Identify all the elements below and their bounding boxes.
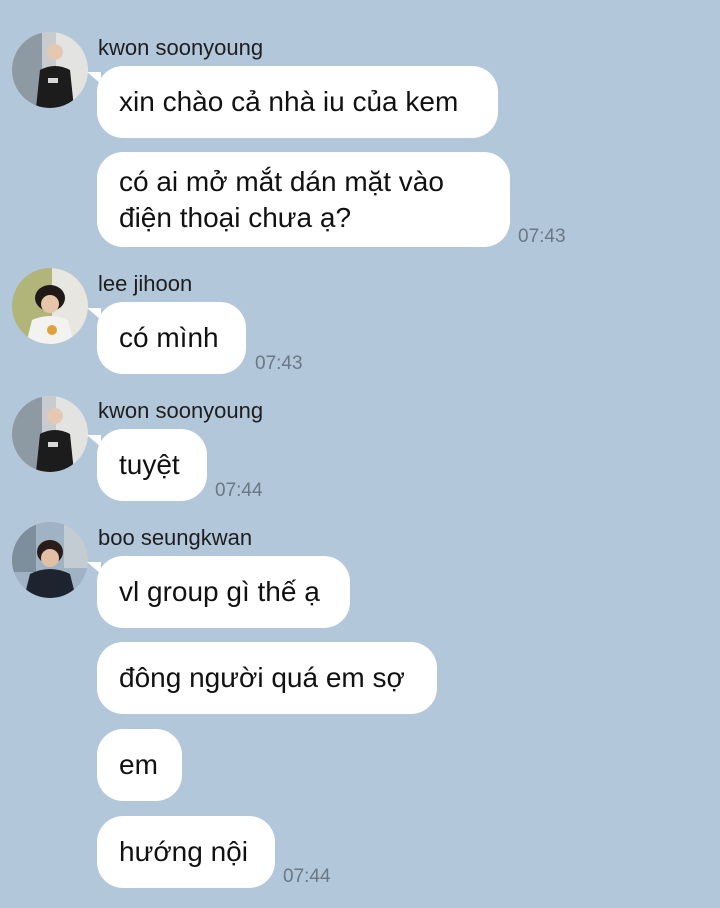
message-text: có mình <box>119 322 219 353</box>
profile-photo-icon <box>12 396 88 472</box>
bubble-tail <box>87 435 101 447</box>
message-bubble[interactable]: xin chào cả nhà iu của kem <box>87 66 498 138</box>
message-bubble[interactable]: tuyệt <box>87 429 207 501</box>
message-bubble[interactable]: có mình <box>87 302 246 374</box>
bubble-tail <box>87 72 101 84</box>
avatar-lee-jihoon[interactable] <box>12 268 88 344</box>
profile-photo-icon <box>12 522 88 598</box>
message-text: em <box>119 749 158 780</box>
message-timestamp: 07:44 <box>283 866 331 887</box>
bubble-tail <box>87 308 101 320</box>
message-timestamp: 07:44 <box>215 480 263 501</box>
message-timestamp: 07:43 <box>518 226 566 247</box>
bubble-tail <box>87 562 101 574</box>
profile-photo-icon <box>12 32 88 108</box>
sender-name: kwon soonyoung <box>98 398 264 423</box>
sender-name: kwon soonyoung <box>98 35 264 60</box>
message-timestamp: 07:43 <box>255 353 303 374</box>
avatar-kwon-soonyoung[interactable] <box>12 396 88 472</box>
message-text: có ai mở mắt dán mặt vào điện thoại chưa… <box>119 165 444 233</box>
message-text: hướng nội <box>119 836 248 867</box>
avatar-kwon-soonyoung[interactable] <box>12 32 88 108</box>
message-text: xin chào cả nhà iu của kem <box>119 86 459 117</box>
message-bubble[interactable]: có ai mở mắt dán mặt vào điện thoại chưa… <box>97 152 510 247</box>
message-text: tuyệt <box>119 449 180 480</box>
message-bubble[interactable]: đông người quá em sợ <box>97 642 437 714</box>
sender-name: boo seungkwan <box>98 525 253 550</box>
message-text: đông người quá em sợ <box>119 662 405 693</box>
avatar-boo-seungkwan[interactable] <box>12 522 88 598</box>
message-bubble[interactable]: em <box>97 729 182 801</box>
message-bubble[interactable]: vl group gì thế ạ <box>87 556 350 628</box>
message-text: vl group gì thế ạ <box>119 576 320 607</box>
sender-name: lee jihoon <box>98 271 193 296</box>
profile-photo-icon <box>12 268 88 344</box>
message-bubble[interactable]: hướng nội <box>97 816 275 888</box>
